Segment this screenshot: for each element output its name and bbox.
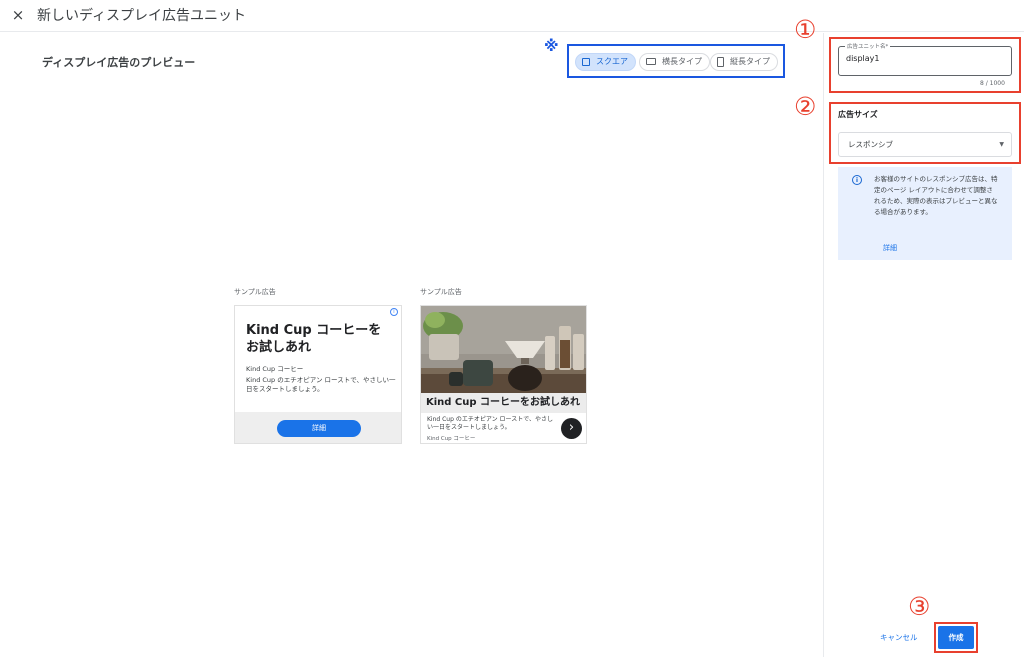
ad-brand: Kind Cup コーヒー: [427, 436, 476, 442]
ad-unit-name-label: 広告ユニット名*: [845, 42, 891, 50]
sample-ad-label: サンプル広告: [420, 288, 462, 296]
ad-headline: Kind Cup コーヒーを お試しあれ: [246, 323, 382, 355]
chip-landscape[interactable]: 横長タイプ: [639, 53, 710, 71]
ad-details-button[interactable]: 詳細: [277, 420, 361, 437]
sample-ad-square[interactable]: i Kind Cup コーヒーを お試しあれ Kind Cup コーヒー Kin…: [234, 305, 402, 444]
cancel-button[interactable]: キャンセル: [880, 632, 918, 643]
responsive-info-box: i お客様のサイトのレスポンシブ広告は、特定のページ レイアウトに合わせて調整さ…: [838, 167, 1012, 260]
ad-body: Kind Cup のエチオピアン ローストで、やさしい一日をスタートしましょう。: [427, 416, 553, 431]
chip-portrait-label: 縦長タイプ: [730, 57, 770, 66]
ad-body: Kind Cup のエチオピアン ローストで、やさしい一日をスタートしましょう。: [246, 376, 396, 393]
info-details-link[interactable]: 詳細: [883, 243, 897, 253]
ad-headline: Kind Cup コーヒーをお試しあれ: [421, 393, 586, 413]
chip-square[interactable]: スクエア: [575, 53, 636, 71]
info-text: お客様のサイトのレスポンシブ広告は、特定のページ レイアウトに合わせて調整される…: [874, 175, 998, 216]
ad-unit-name-input[interactable]: [846, 54, 996, 63]
sample-ad-image[interactable]: Kind Cup コーヒーをお試しあれ Kind Cup のエチオピアン ロース…: [420, 305, 587, 444]
sample-ad-label: サンプル広告: [234, 288, 276, 296]
preview-title: ディスプレイ広告のプレビュー: [42, 56, 196, 69]
ad-footer: 詳細: [235, 412, 401, 443]
ad-unit-name-field[interactable]: 広告ユニット名*: [838, 42, 1012, 76]
coffee-photo: [421, 306, 586, 393]
caret-down-icon: ▼: [999, 141, 1004, 148]
char-counter: 8 / 1000: [980, 80, 1005, 87]
annotation-mark-2: ②: [794, 92, 817, 121]
annotation-mark-1: ①: [794, 15, 817, 44]
page-title: 新しいディスプレイ広告ユニット: [37, 8, 247, 24]
chevron-right-icon[interactable]: ›: [561, 418, 582, 439]
square-icon: [582, 57, 590, 66]
annotation-asterisk: ※: [544, 37, 559, 55]
ad-size-value: レスポンシブ: [848, 140, 893, 149]
annotation-mark-3: ③: [908, 592, 931, 621]
ad-size-label: 広告サイズ: [838, 110, 878, 119]
landscape-icon: [646, 58, 656, 65]
chip-square-label: スクエア: [596, 57, 628, 66]
top-bar: × 新しいディスプレイ広告ユニット: [0, 0, 1024, 32]
close-icon[interactable]: ×: [8, 5, 28, 25]
preview-shape-toggle: スクエア 横長タイプ 縦長タイプ: [567, 44, 785, 78]
portrait-icon: [717, 56, 724, 67]
ad-size-dropdown[interactable]: レスポンシブ ▼: [838, 132, 1012, 157]
chip-landscape-label: 横長タイプ: [662, 57, 702, 66]
ad-brand: Kind Cup コーヒー: [246, 365, 304, 373]
chip-portrait[interactable]: 縦長タイプ: [710, 53, 778, 71]
ad-info-icon[interactable]: i: [390, 308, 398, 316]
create-button[interactable]: 作成: [938, 626, 974, 649]
info-icon: i: [852, 175, 862, 185]
